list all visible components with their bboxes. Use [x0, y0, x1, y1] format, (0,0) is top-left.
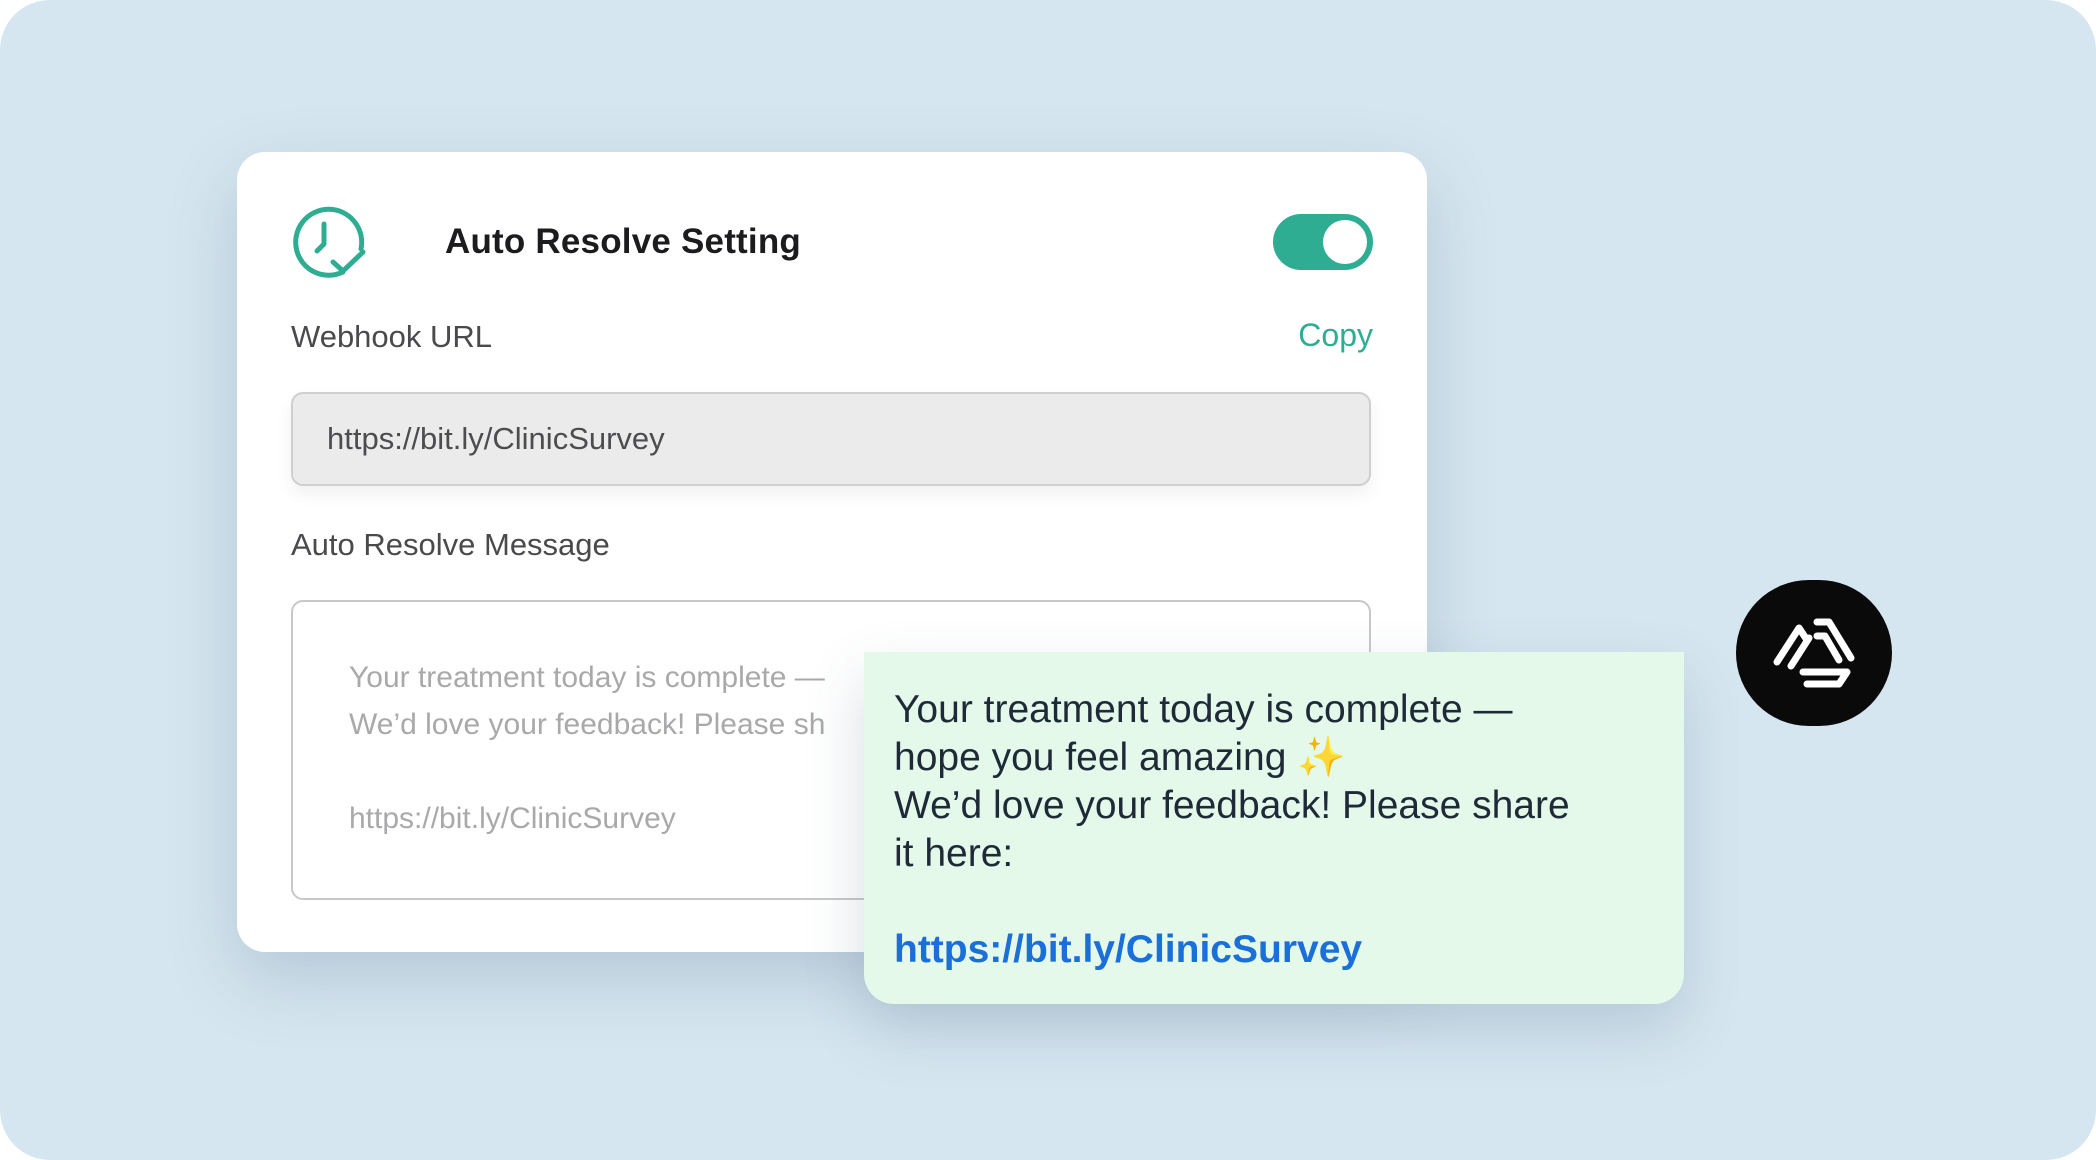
card-header: Auto Resolve Setting [291, 202, 1373, 282]
auto-resolve-message-label: Auto Resolve Message [291, 527, 610, 562]
card-title: Auto Resolve Setting [445, 222, 801, 261]
chat-message-bubble: Your treatment today is complete — hope … [864, 652, 1684, 1004]
bubble-line: Your treatment today is complete — [894, 688, 1513, 731]
toggle-knob [1323, 220, 1367, 264]
background-canvas: Auto Resolve Setting Webhook URL Copy ht… [0, 0, 2096, 1160]
webhook-url-label: Webhook URL [291, 319, 493, 354]
clock-check-icon [291, 204, 367, 280]
bubble-line: We’d love your feedback! Please share [894, 784, 1570, 827]
sparkle-icon: ✨ [1297, 736, 1346, 779]
bubble-line-text: hope you feel amazing [894, 736, 1287, 779]
brand-logo-icon [1773, 618, 1855, 688]
bubble-line: hope you feel amazing ✨ [894, 734, 1654, 782]
bubble-line: it here: [894, 832, 1014, 875]
copy-button[interactable]: Copy [1298, 317, 1373, 354]
brand-logo-badge [1736, 580, 1892, 726]
auto-resolve-toggle[interactable] [1273, 214, 1373, 270]
survey-link[interactable]: https://bit.ly/ClinicSurvey [894, 926, 1654, 974]
webhook-url-field[interactable]: https://bit.ly/ClinicSurvey [291, 392, 1371, 486]
